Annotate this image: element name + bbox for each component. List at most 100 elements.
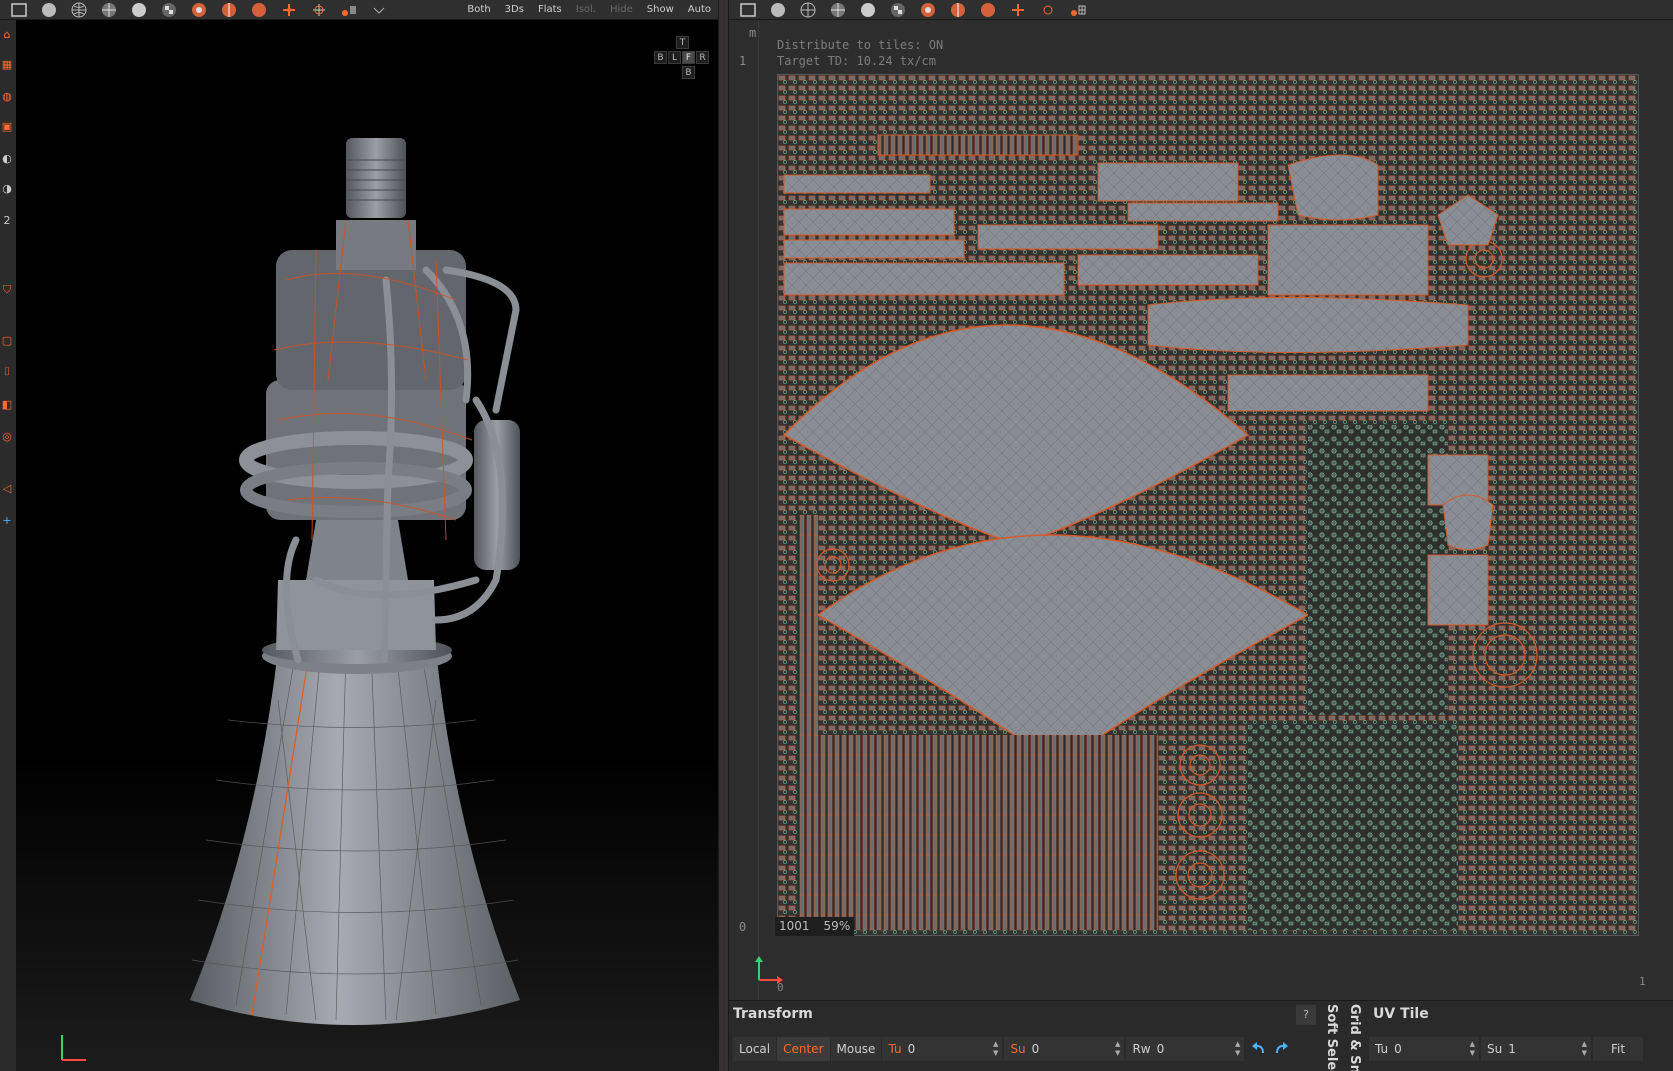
seam-dot-icon[interactable] — [338, 1, 360, 19]
distortion-sphere-icon[interactable] — [188, 1, 210, 19]
ruler-unit: m — [749, 26, 757, 40]
rail-number-icon[interactable]: 2 — [0, 212, 14, 228]
spin-arrows-icon[interactable]: ▲ ▼ — [1582, 1040, 1587, 1058]
rail-grid-icon[interactable]: ▦ — [0, 56, 14, 72]
rail-sphere-icon[interactable]: ◍ — [0, 88, 14, 104]
uv-pivot-gizmo-icon[interactable] — [1007, 1, 1029, 19]
uv-distortion-solid-icon[interactable] — [977, 1, 999, 19]
sphere-solid-icon[interactable] — [38, 1, 60, 19]
rail-shield-icon[interactable]: ⛉ — [0, 282, 14, 298]
ruler-h-start: 0 — [777, 981, 784, 994]
rotate-cw-icon[interactable] — [1270, 1037, 1294, 1061]
rotate-value: 0 — [1156, 1042, 1165, 1056]
rail-globe-icon[interactable]: ◎ — [0, 428, 14, 444]
uv-distortion-mixed-icon[interactable] — [947, 1, 969, 19]
uv-sphere-solid-icon[interactable] — [767, 1, 789, 19]
uv-tile-1001[interactable] — [777, 74, 1639, 936]
isolate-button[interactable]: Isol. — [569, 0, 603, 20]
uv-sphere-wire-icon[interactable] — [797, 1, 819, 19]
show-button[interactable]: Show — [640, 0, 681, 20]
distribute-info: Distribute to tiles: ON — [777, 38, 944, 52]
uv-frame-icon[interactable] — [737, 1, 759, 19]
pivot-gizmo-icon[interactable] — [278, 1, 300, 19]
ruler-h-end: 1 — [1639, 975, 1646, 988]
view-right-button[interactable]: R — [696, 51, 709, 64]
rail-half-shape-icon[interactable]: ◐ — [0, 150, 14, 166]
uv-editor-toolbar — [729, 0, 1673, 20]
mode-both-button[interactable]: Both — [460, 0, 497, 20]
rotate-field[interactable]: Rw 0 ▲ ▼ — [1126, 1037, 1245, 1061]
grid-snap-tab[interactable]: Grid & Sn — [1342, 1004, 1362, 1071]
hide-button[interactable]: Hide — [603, 0, 640, 20]
tile-v-value: 1 — [1508, 1042, 1516, 1056]
frame-icon[interactable] — [8, 1, 30, 19]
rail-select-icon[interactable]: ⌂ — [0, 26, 14, 42]
scale-u-field[interactable]: Su 0 ▲ ▼ — [1004, 1037, 1125, 1061]
uv-tile-controls: Tu 0 ▲ ▼ Su 1 ▲ ▼ Fit — [1369, 1037, 1644, 1061]
rail-fill-icon[interactable]: ◧ — [0, 396, 14, 412]
uv-checker-sphere-icon[interactable] — [887, 1, 909, 19]
rail-box-icon[interactable]: ▣ — [0, 118, 14, 134]
ruler-top-value: 1 — [739, 54, 747, 68]
translate-u-value: 0 — [907, 1042, 916, 1056]
viewport-3d-pane: Both 3Ds Flats Isol. Hide Show Auto ⌂ ▦ … — [0, 0, 718, 1071]
view-bottom-button[interactable]: B — [682, 66, 695, 79]
center-pivot-button[interactable]: Center — [777, 1037, 830, 1061]
uv-distortion-sphere-icon[interactable] — [917, 1, 939, 19]
rotate-label: Rw — [1132, 1042, 1151, 1056]
fit-button[interactable]: Fit — [1593, 1037, 1643, 1061]
translate-u-label: Tu — [888, 1042, 902, 1056]
uv-grid-toggle-icon[interactable] — [1067, 1, 1089, 19]
soft-select-tab[interactable]: Soft Selec — [1319, 1004, 1339, 1071]
distortion-mixed-icon[interactable] — [218, 1, 240, 19]
translate-u-field[interactable]: Tu 0 ▲ ▼ — [882, 1037, 1003, 1061]
spin-arrows-icon[interactable]: ▲ ▼ — [1115, 1040, 1120, 1058]
auto-button[interactable]: Auto — [681, 0, 718, 20]
view-top-button[interactable]: T — [676, 36, 689, 49]
tile-u-value: 0 — [1394, 1042, 1402, 1056]
distortion-solid-icon[interactable] — [248, 1, 270, 19]
rail-half-shape-alt-icon[interactable]: ◑ — [0, 180, 14, 196]
rail-rect-select-icon[interactable]: ▢ — [0, 332, 14, 348]
spin-arrows-icon[interactable]: ▲ ▼ — [993, 1040, 998, 1058]
snap-gizmo-icon[interactable] — [308, 1, 330, 19]
checker-sphere-icon[interactable] — [158, 1, 180, 19]
rotate-ccw-icon[interactable] — [1246, 1037, 1270, 1061]
uv-canvas[interactable]: m 1 0 Distribute to tiles: ON Target TD:… — [729, 20, 1673, 1000]
viewport-3d-toolbar: Both 3Ds Flats Isol. Hide Show Auto — [0, 0, 718, 20]
view-cube[interactable]: T B L F R B — [654, 36, 714, 106]
view-left-button[interactable]: L — [668, 51, 681, 64]
spin-arrows-icon[interactable]: ▲ ▼ — [1470, 1040, 1475, 1058]
local-pivot-button[interactable]: Local — [733, 1037, 777, 1061]
view-front-button[interactable]: F — [682, 51, 695, 64]
transform-help-button[interactable]: ? — [1296, 1005, 1316, 1025]
horizontal-ruler: 0 1 — [777, 975, 1673, 994]
tile-v-field[interactable]: Su 1 ▲ ▼ — [1481, 1037, 1591, 1061]
sphere-flat-icon[interactable] — [128, 1, 150, 19]
dropdown-arrow-icon[interactable] — [368, 1, 390, 19]
tile-info-badge: 1001 59% — [775, 917, 855, 936]
view-bottom-left-button[interactable]: B — [654, 51, 667, 64]
uv-snap-gizmo-icon[interactable] — [1037, 1, 1059, 19]
mode-3ds-button[interactable]: 3Ds — [498, 0, 531, 20]
rail-triangle-icon[interactable]: ◁ — [0, 480, 14, 496]
rocket-engine-model — [61, 138, 520, 1061]
mouse-pivot-button[interactable]: Mouse — [830, 1037, 882, 1061]
sphere-wire-icon[interactable] — [68, 1, 90, 19]
transform-controls: Local Center Mouse Tu 0 ▲ ▼ Su 0 ▲ ▼ Rw 0 … — [733, 1037, 1294, 1061]
tile-id-label: 1001 — [779, 919, 810, 933]
vertical-ruler: m 1 0 — [729, 20, 759, 1000]
pane-splitter[interactable] — [718, 0, 729, 1071]
sphere-shaded-wire-icon[interactable] — [98, 1, 120, 19]
tile-u-field[interactable]: Tu 0 ▲ ▼ — [1369, 1037, 1479, 1061]
uv-sphere-shaded-wire-icon[interactable] — [827, 1, 849, 19]
uv-tile-panel-title: UV Tile — [1373, 1006, 1429, 1022]
viewport-3d[interactable]: T B L F R B — [16, 20, 718, 1071]
rail-add-icon[interactable]: + — [0, 512, 14, 528]
spin-arrows-icon[interactable]: ▲ ▼ — [1235, 1040, 1240, 1058]
uv-islands — [778, 75, 1638, 935]
rail-bracket-icon[interactable]: ⌷ — [0, 364, 14, 380]
scale-u-value: 0 — [1031, 1042, 1040, 1056]
uv-sphere-flat-icon[interactable] — [857, 1, 879, 19]
mode-flats-button[interactable]: Flats — [531, 0, 569, 20]
